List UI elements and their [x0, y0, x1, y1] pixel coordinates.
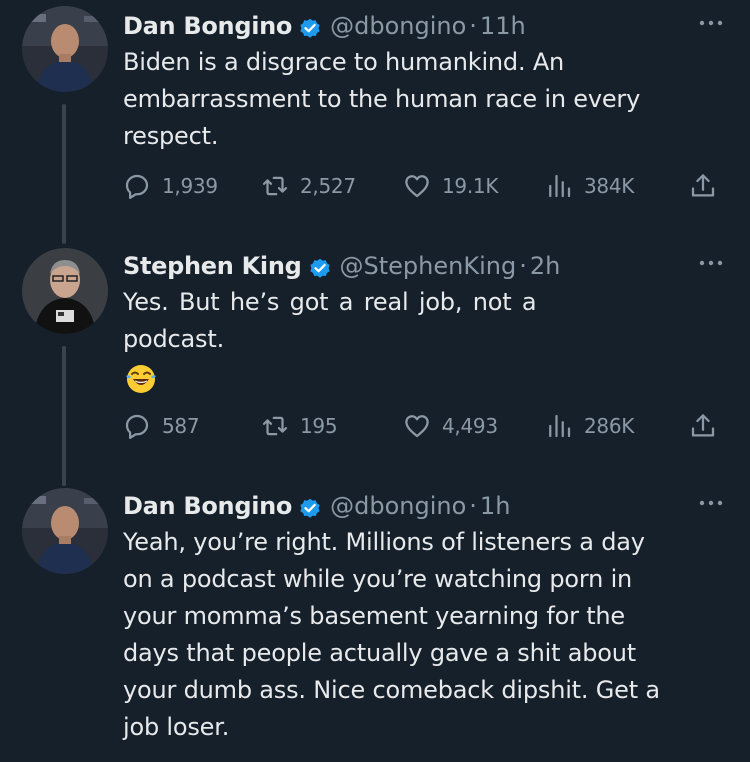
more-options-icon[interactable]: [696, 8, 726, 38]
tweet-text: Biden is a disgrace to humankind. An emb…: [123, 44, 713, 155]
retweet-button[interactable]: 195: [260, 408, 338, 444]
tweet-actions: 1,939 2,527 19.1K 384K: [122, 168, 732, 204]
verified-badge-icon: [298, 14, 322, 38]
retweet-icon: [262, 176, 288, 196]
tweet-header: Dan Bongino @dbongino · 11h: [123, 8, 526, 44]
tweet-text-line: podcast.: [123, 325, 224, 353]
avatar[interactable]: [22, 488, 108, 574]
user-handle[interactable]: @dbongino: [330, 8, 466, 44]
timestamp[interactable]: 2h: [530, 248, 560, 284]
retweet-count: 195: [300, 414, 338, 438]
avatar[interactable]: [22, 248, 108, 334]
retweet-count: 2,527: [300, 174, 356, 198]
tweet-text-line: Yes. But he’s got a real job, not a: [123, 288, 537, 316]
user-handle[interactable]: @dbongino: [330, 488, 466, 524]
view-count: 384K: [584, 174, 635, 198]
verified-badge-icon: [308, 254, 332, 278]
reply-button[interactable]: 1,939: [122, 168, 218, 204]
face-with-tears-of-joy-icon: [124, 362, 158, 396]
user-handle[interactable]: @StephenKing: [340, 248, 517, 284]
timestamp[interactable]: 11h: [480, 8, 526, 44]
like-count: 19.1K: [442, 174, 499, 198]
reply-icon: [125, 174, 149, 199]
separator-dot: ·: [469, 492, 477, 520]
like-count: 4,493: [442, 414, 498, 438]
display-name[interactable]: Dan Bongino: [123, 8, 292, 44]
more-options-icon[interactable]: [696, 248, 726, 278]
tweet-text-line: days that people actually gave a shit ab…: [123, 639, 636, 667]
tweet[interactable]: Dan Bongino @dbongino · 11h Biden is a d…: [0, 6, 750, 206]
share-icon: [691, 414, 715, 437]
views-chart-icon: [549, 174, 571, 198]
tweet-text: Yes. But he’s got a real job, not a podc…: [123, 284, 713, 358]
view-count: 286K: [584, 414, 635, 438]
like-button[interactable]: 19.1K: [402, 168, 498, 204]
tweet-text-line: respect.: [123, 122, 219, 150]
reply-icon: [125, 414, 149, 439]
verified-badge-icon: [298, 494, 322, 518]
tweet[interactable]: Dan Bongino @dbongino · 1h Yeah, you’re …: [0, 486, 750, 762]
views-button[interactable]: 286K: [544, 408, 634, 444]
share-button[interactable]: [688, 408, 728, 444]
tweet-text-line: Biden is a disgrace to humankind. An: [123, 48, 565, 76]
tweet-actions: 587 195 4,493 286K: [122, 408, 732, 444]
retweet-icon: [262, 416, 288, 436]
display-name[interactable]: Stephen King: [123, 248, 302, 284]
reply-button[interactable]: 587: [122, 408, 200, 444]
tweet-text-line: on a podcast while you’re watching porn …: [123, 565, 633, 593]
tweet-header: Stephen King @StephenKing · 2h: [123, 248, 560, 284]
separator-dot: ·: [469, 12, 477, 40]
avatar[interactable]: [22, 6, 108, 92]
separator-dot: ·: [519, 252, 527, 280]
tweet-text: Yeah, you’re right. Millions of listener…: [123, 524, 713, 746]
display-name[interactable]: Dan Bongino: [123, 488, 292, 524]
reply-count: 1,939: [162, 174, 218, 198]
views-button[interactable]: 384K: [544, 168, 634, 204]
timestamp[interactable]: 1h: [480, 488, 510, 524]
share-icon: [691, 174, 715, 197]
views-chart-icon: [549, 414, 571, 438]
tweet-text-line: job loser.: [123, 713, 230, 741]
tweet-header: Dan Bongino @dbongino · 1h: [123, 488, 510, 524]
heart-icon: [405, 415, 429, 438]
share-button[interactable]: [688, 168, 728, 204]
tweet-text-line: embarrassment to the human race in every: [123, 85, 641, 113]
tweet-text-line: your momma’s basement yearning for the: [123, 602, 625, 630]
heart-icon: [405, 175, 429, 198]
more-options-icon[interactable]: [696, 488, 726, 518]
tweet-text-line: your dumb ass. Nice comeback dipshit. Ge…: [123, 676, 660, 704]
retweet-button[interactable]: 2,527: [260, 168, 356, 204]
tweet[interactable]: Stephen King @StephenKing · 2h Yes. But …: [0, 246, 750, 446]
reply-count: 587: [162, 414, 200, 438]
like-button[interactable]: 4,493: [402, 408, 498, 444]
tweet-text-line: Yeah, you’re right. Millions of listener…: [123, 528, 645, 556]
